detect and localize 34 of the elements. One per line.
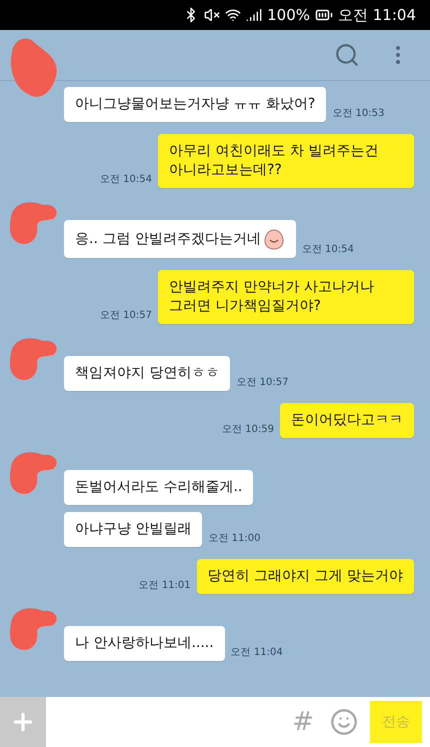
status-time: 오전 11:04 <box>338 6 416 24</box>
received-message: 책임져야지 당연히ㅎㅎ <box>64 356 230 391</box>
search-icon[interactable] <box>334 42 360 68</box>
received-message: 응.. 그럼 안빌려주겠다는거네 <box>64 220 296 258</box>
message-time: 오전 10:57 <box>100 309 152 323</box>
sent-message: 아무리 여친이래도 차 빌려주는건 아니라고보는데?? <box>158 134 414 188</box>
received-message: 나 안사랑하나보네..... <box>64 626 225 661</box>
scribbled-avatar <box>10 200 58 246</box>
add-button[interactable] <box>0 697 46 747</box>
received-message: 아냐구냥 안빌릴래 <box>64 512 202 547</box>
sent-message: 당연히 그래야지 그게 맞는거야 <box>196 559 414 594</box>
mute-icon <box>204 7 220 23</box>
emoticon-icon[interactable] <box>330 708 358 736</box>
message-time: 오전 11:01 <box>138 579 191 593</box>
scribbled-avatar <box>10 336 58 382</box>
message-time: 오전 10:54 <box>302 243 354 257</box>
battery-level: 100% <box>267 6 310 24</box>
signal-icon <box>246 7 262 23</box>
peach-emoticon-icon <box>262 228 285 250</box>
sent-message: 안빌려주지 만약너가 사고나거나 그러면 니가책임질거야? <box>158 270 414 324</box>
wifi-icon <box>225 7 242 23</box>
message-time: 오전 11:00 <box>208 532 260 546</box>
message-time: 오전 10:53 <box>332 107 384 121</box>
message-time: 오전 10:57 <box>236 376 288 390</box>
scribbled-avatar <box>10 606 58 652</box>
send-button[interactable]: 전송 <box>370 701 422 743</box>
message-time: 오전 10:54 <box>100 173 152 187</box>
received-message: 아니그냥물어보는거자냥 ㅠㅠ 화났어? <box>64 87 326 122</box>
sent-message: 돈이어딨다고ㅋㅋ <box>280 403 414 438</box>
scribbled-avatar <box>10 450 58 496</box>
received-message: 돈벌어서라도 수리해줄게.. <box>64 470 254 505</box>
hashtag-button[interactable]: # <box>292 707 314 737</box>
message-time: 오전 10:59 <box>222 423 274 437</box>
message-time: 오전 11:04 <box>230 646 283 660</box>
